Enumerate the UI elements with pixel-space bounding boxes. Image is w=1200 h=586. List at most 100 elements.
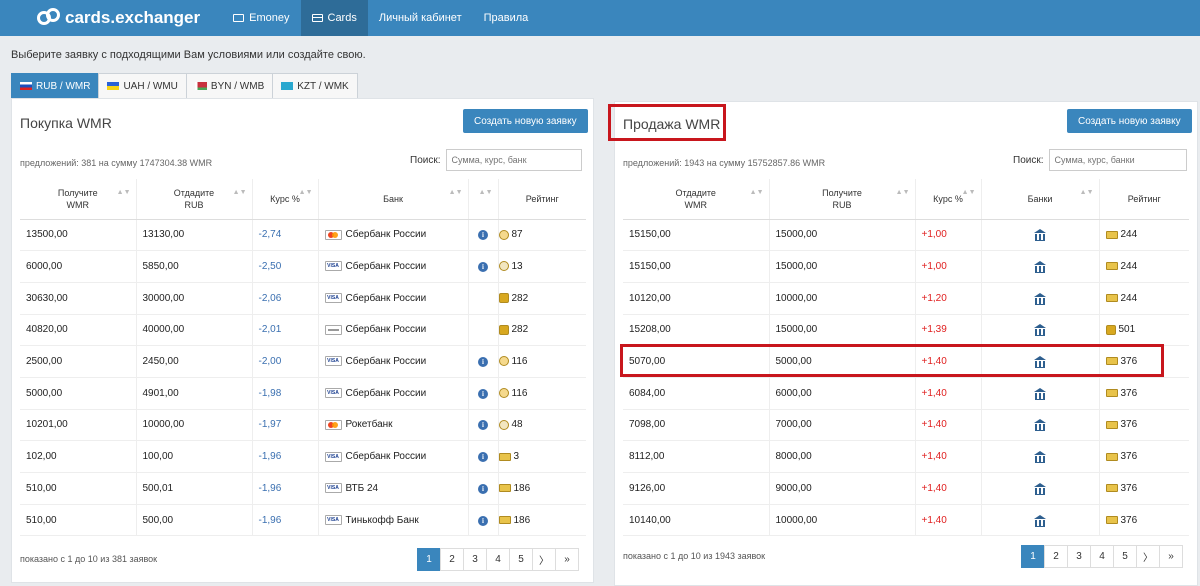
cell-give: 2450,00 bbox=[136, 345, 253, 378]
tab-label: KZT / WMK bbox=[297, 80, 349, 92]
nav-account[interactable]: Личный кабинет bbox=[368, 0, 473, 36]
cell-banks bbox=[981, 504, 1100, 537]
create-buy-request-button[interactable]: Создать новую заявку bbox=[463, 109, 588, 133]
bank-building-icon[interactable] bbox=[1034, 387, 1046, 400]
tab-kzt-wmk[interactable]: KZT / WMK bbox=[272, 73, 358, 98]
info-icon[interactable]: i bbox=[478, 357, 488, 368]
next-page-button[interactable]: 〉 bbox=[1136, 545, 1160, 568]
bank-building-icon[interactable] bbox=[1034, 292, 1046, 305]
table-row[interactable]: 102,00 100,00 -1,96 Сбербанк России i 3 bbox=[20, 440, 586, 473]
info-icon[interactable]: i bbox=[478, 262, 488, 273]
rating-value: 282 bbox=[511, 324, 529, 336]
page-5-button[interactable]: 5 bbox=[1113, 545, 1137, 568]
nav-rules[interactable]: Правила bbox=[473, 0, 540, 36]
col-label: Курс % bbox=[270, 193, 300, 204]
table-row[interactable]: 13500,00 13130,00 -2,74 Сбербанк России … bbox=[20, 219, 586, 252]
attestat-icon bbox=[498, 484, 511, 493]
rating-value: 186 bbox=[513, 482, 531, 494]
table-row[interactable]: 510,00 500,01 -1,96 ВТБ 24 i 186 bbox=[20, 472, 586, 505]
cell-info bbox=[468, 282, 499, 315]
page-3-button[interactable]: 3 bbox=[463, 548, 487, 571]
last-page-button[interactable]: » bbox=[1159, 545, 1183, 568]
info-icon[interactable]: i bbox=[478, 483, 488, 494]
last-page-button[interactable]: » bbox=[555, 548, 579, 571]
create-sell-request-button[interactable]: Создать новую заявку bbox=[1067, 109, 1192, 133]
nav-emoney[interactable]: Emoney bbox=[222, 0, 300, 36]
col-rating[interactable]: Рейтинг bbox=[498, 179, 586, 220]
page-4-button[interactable]: 4 bbox=[486, 548, 510, 571]
table-row[interactable]: 10201,00 10000,00 -1,97 Рокетбанк i 48 bbox=[20, 409, 586, 442]
col-get-rub[interactable]: Получите RUB ▲▼ bbox=[769, 179, 916, 220]
col-give-wmr[interactable]: Отдадите WMR ▲▼ bbox=[623, 179, 770, 220]
bank-building-icon[interactable] bbox=[1034, 451, 1046, 464]
cell-bank: Сбербанк России bbox=[318, 314, 469, 347]
cell-rating: 376 bbox=[1099, 440, 1189, 473]
bank-building-icon[interactable] bbox=[1034, 419, 1046, 432]
info-icon[interactable]: i bbox=[478, 388, 488, 399]
col-rate[interactable]: Курс % ▲▼ bbox=[252, 179, 319, 220]
bank-name: Сбербанк России bbox=[345, 292, 427, 304]
cell-get: 15000,00 bbox=[769, 314, 916, 347]
sort-icon: ▲▼ bbox=[298, 189, 313, 196]
table-row[interactable]: 510,00 500,00 -1,96 Тинькофф Банк i 186 bbox=[20, 504, 586, 537]
col-rating[interactable]: Рейтинг bbox=[1099, 179, 1189, 220]
table-row[interactable]: 8112,00 8000,00 +1,40 376 bbox=[623, 440, 1189, 473]
page-1-button[interactable]: 1 bbox=[417, 548, 441, 571]
bank-building-icon[interactable] bbox=[1034, 482, 1046, 495]
attestat-icon bbox=[1105, 484, 1118, 493]
col-give-rub[interactable]: Отдадите RUB ▲▼ bbox=[136, 179, 253, 220]
table-row[interactable]: 9126,00 9000,00 +1,40 376 bbox=[623, 472, 1189, 505]
next-page-button[interactable]: 〉 bbox=[532, 548, 556, 571]
info-icon[interactable]: i bbox=[478, 452, 488, 463]
page-4-button[interactable]: 4 bbox=[1090, 545, 1114, 568]
cell-rating: 282 bbox=[498, 314, 586, 347]
info-icon[interactable]: i bbox=[478, 515, 488, 526]
bank-building-icon[interactable] bbox=[1034, 229, 1046, 242]
table-row[interactable]: 10120,00 10000,00 +1,20 244 bbox=[623, 282, 1189, 315]
cell-bank: Сбербанк России bbox=[318, 377, 469, 410]
table-row[interactable]: 15208,00 15000,00 +1,39 501 bbox=[623, 314, 1189, 347]
col-rate[interactable]: Курс % ▲▼ bbox=[915, 179, 982, 220]
page-2-button[interactable]: 2 bbox=[1044, 545, 1068, 568]
cell-rate: -1,97 bbox=[252, 409, 319, 442]
table-row[interactable]: 15150,00 15000,00 +1,00 244 bbox=[623, 250, 1189, 283]
cell-get: 40820,00 bbox=[20, 314, 137, 347]
sell-pagination-info: показано с 1 до 10 из 1943 заявок bbox=[623, 551, 766, 561]
cell-rating: 116 bbox=[498, 345, 586, 378]
tab-rub-wmr[interactable]: RUB / WMR bbox=[11, 73, 100, 98]
page-5-button[interactable]: 5 bbox=[509, 548, 533, 571]
bank-building-icon[interactable] bbox=[1034, 261, 1046, 274]
table-row[interactable]: 7098,00 7000,00 +1,40 376 bbox=[623, 409, 1189, 442]
table-row[interactable]: 6084,00 6000,00 +1,40 376 bbox=[623, 377, 1189, 410]
site-logo[interactable]: cards.exchanger bbox=[36, 5, 200, 31]
nav-cards[interactable]: Cards bbox=[300, 0, 368, 36]
info-icon[interactable]: i bbox=[478, 420, 488, 431]
bank-name: ВТБ 24 bbox=[345, 482, 379, 494]
col-banks[interactable]: Банки ▲▼ bbox=[981, 179, 1100, 220]
merchant-face-icon bbox=[498, 229, 509, 240]
table-row[interactable]: 5000,00 4901,00 -1,98 Сбербанк России i … bbox=[20, 377, 586, 410]
info-icon[interactable]: i bbox=[478, 230, 488, 241]
attestat-icon bbox=[498, 515, 511, 524]
page-3-button[interactable]: 3 bbox=[1067, 545, 1091, 568]
attestat-icon bbox=[498, 452, 511, 461]
table-row[interactable]: 2500,00 2450,00 -2,00 Сбербанк России i … bbox=[20, 345, 586, 378]
col-bank[interactable]: Банк ▲▼ bbox=[318, 179, 469, 220]
bank-building-icon[interactable] bbox=[1034, 324, 1046, 337]
visa-icon bbox=[324, 483, 342, 494]
bank-building-icon[interactable] bbox=[1034, 514, 1046, 527]
page-1-button[interactable]: 1 bbox=[1021, 545, 1045, 568]
table-row[interactable]: 40820,00 40000,00 -2,01 Сбербанк России … bbox=[20, 314, 586, 347]
table-row[interactable]: 6000,00 5850,00 -2,50 Сбербанк России i … bbox=[20, 250, 586, 283]
merchant-badge-icon bbox=[498, 324, 509, 335]
col-get-wmr[interactable]: Получите WMR ▲▼ bbox=[20, 179, 137, 220]
cell-banks bbox=[981, 377, 1100, 410]
tab-uah-wmu[interactable]: UAH / WMU bbox=[98, 73, 187, 98]
table-row[interactable]: 30630,00 30000,00 -2,06 Сбербанк России … bbox=[20, 282, 586, 315]
table-row[interactable]: 15150,00 15000,00 +1,00 244 bbox=[623, 219, 1189, 252]
tab-byn-wmb[interactable]: BYN / WMB bbox=[185, 73, 274, 98]
page-2-button[interactable]: 2 bbox=[440, 548, 464, 571]
table-row[interactable]: 10140,00 10000,00 +1,40 376 bbox=[623, 504, 1189, 537]
sell-search-input[interactable] bbox=[1048, 149, 1187, 171]
buy-search-input[interactable] bbox=[445, 149, 582, 171]
